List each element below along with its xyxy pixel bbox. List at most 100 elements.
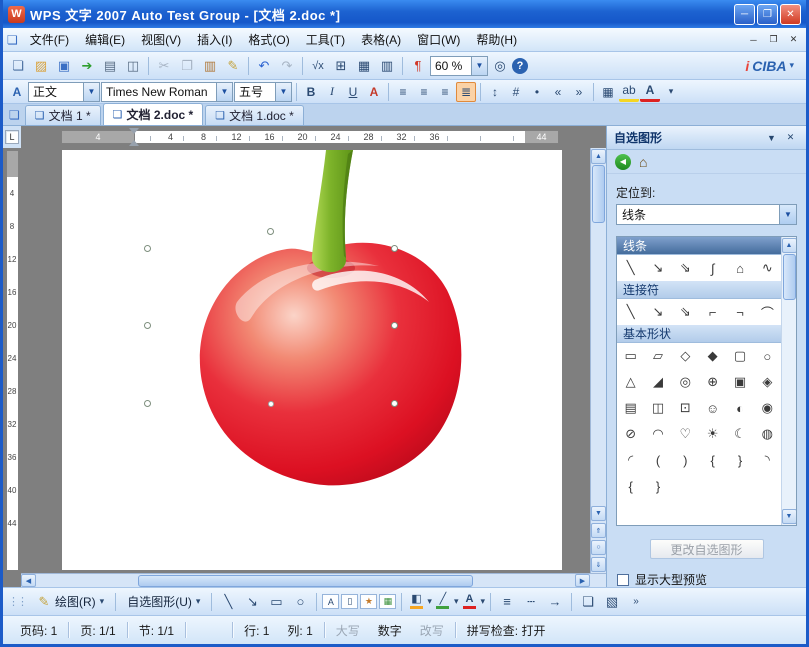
previous-page-icon[interactable]: ⇑ (591, 523, 606, 538)
line-shape-icon[interactable]: ∫ (699, 255, 726, 281)
selection-handle-top-right[interactable] (391, 245, 398, 252)
font-size-combo[interactable]: 五号 ▼ (234, 82, 292, 102)
italic-button[interactable]: I (322, 82, 342, 102)
columns-icon[interactable]: ▥ (376, 55, 398, 77)
basic-shape-icon[interactable]: ◜ (617, 447, 644, 473)
minimize-button[interactable]: ─ (734, 4, 755, 25)
font-color-icon[interactable]: A (460, 592, 478, 612)
basic-shape-icon[interactable]: ☺ (699, 395, 726, 421)
scroll-up-icon[interactable]: ▲ (782, 238, 797, 253)
basic-shape-icon[interactable]: ◍ (754, 421, 781, 447)
horizontal-scroll-thumb[interactable] (138, 575, 472, 587)
paste-icon[interactable]: ▥ (199, 55, 221, 77)
chevron-down-icon[interactable]: ▼ (779, 205, 796, 224)
cherry-drawing[interactable] (117, 150, 487, 495)
home-icon[interactable]: ⌂ (639, 154, 647, 170)
connector-shape-icon[interactable]: ⌐ (699, 299, 726, 325)
status-overtype-toggle[interactable]: 改写 (411, 622, 453, 639)
menu-item[interactable]: 文件(F) (22, 28, 77, 51)
section-basic-shapes[interactable]: 基本形状 (617, 325, 781, 343)
basic-shape-icon[interactable]: } (644, 473, 671, 499)
menu-item[interactable]: 视图(V) (133, 28, 189, 51)
basic-shape-icon[interactable]: ◢ (644, 369, 671, 395)
shapes-scrollbar[interactable]: ▲ ▼ (781, 237, 796, 525)
line-shape-icon[interactable]: ↘ (644, 255, 671, 281)
basic-shape-icon[interactable]: { (699, 447, 726, 473)
selection-handle-top-center[interactable] (267, 228, 274, 235)
formatting-marks-icon[interactable]: ¶ (407, 55, 429, 77)
style-combo[interactable]: 正文 ▼ (28, 82, 100, 102)
vertical-scrollbar[interactable]: ▲ ▼ ⇑ ○ ⇓ (590, 148, 606, 573)
bullets-button[interactable]: • (527, 82, 547, 102)
tab-document-1[interactable]: ❏ 文档 1 * (25, 105, 101, 125)
hanging-indent-marker[interactable] (129, 135, 139, 146)
selection-handle-bottom-right[interactable] (391, 400, 398, 407)
horizontal-scroll-track[interactable] (36, 575, 575, 587)
chevron-down-icon[interactable]: ▼ (763, 129, 780, 146)
maximize-button[interactable]: ❐ (757, 4, 778, 25)
help-icon[interactable]: ? (512, 58, 528, 74)
new-tab-icon[interactable]: ❏ (9, 108, 20, 122)
more-buttons-icon[interactable]: » (625, 591, 647, 613)
autoshapes-menu-button[interactable]: 自选图形(U) ▾ (121, 591, 206, 612)
basic-shape-icon[interactable]: ◐ (726, 395, 753, 421)
horizontal-scrollbar[interactable]: ◀ ▶ (21, 573, 590, 587)
connector-shape-icon[interactable]: ↘ (644, 299, 671, 325)
threed-style-icon[interactable]: ▧ (601, 591, 623, 613)
section-connectors[interactable]: 连接符 (617, 281, 781, 299)
mdi-restore-button[interactable]: ❐ (765, 32, 782, 47)
highlight-button[interactable]: ab (619, 82, 639, 102)
basic-shape-icon[interactable]: ◝ (754, 447, 781, 473)
basic-shape-icon[interactable]: ◈ (754, 369, 781, 395)
tab-document-1-doc[interactable]: ❏ 文档 1.doc * (205, 105, 304, 125)
basic-shape-icon[interactable]: ) (672, 447, 699, 473)
wordart-icon[interactable]: ★ (360, 594, 377, 609)
basic-shape-icon[interactable]: △ (617, 369, 644, 395)
menu-item[interactable]: 编辑(E) (77, 28, 133, 51)
change-autoshape-button[interactable]: 更改自选图形 (650, 539, 764, 559)
close-button[interactable]: ✕ (780, 4, 801, 25)
basic-shape-icon[interactable]: ◎ (672, 369, 699, 395)
menu-item[interactable]: 窗口(W) (409, 28, 468, 51)
checkbox-icon[interactable] (617, 574, 629, 586)
menu-item[interactable]: 帮助(H) (468, 28, 525, 51)
mdi-close-button[interactable]: ✕ (785, 32, 802, 47)
basic-shape-icon[interactable]: ◆ (699, 343, 726, 369)
font-combo[interactable]: Times New Roman ▼ (101, 82, 233, 102)
zoom-combo[interactable]: 60 % ▼ (430, 56, 488, 76)
arrow-tool-icon[interactable]: ↘ (241, 591, 263, 613)
basic-shape-icon[interactable]: ☀ (699, 421, 726, 447)
basic-shape-icon[interactable]: { (617, 473, 644, 499)
new-document-icon[interactable]: ❏ (7, 55, 29, 77)
insert-table-icon[interactable]: ⊞ (330, 55, 352, 77)
line-color-icon[interactable]: ╱ (434, 592, 452, 612)
browse-object-icon[interactable]: ○ (591, 540, 606, 555)
find-icon[interactable]: ◎ (489, 55, 511, 77)
menu-item[interactable]: 格式(O) (240, 28, 297, 51)
align-left-button[interactable]: ≡ (393, 82, 413, 102)
status-caps-toggle[interactable]: 大写 (327, 622, 369, 639)
line-shape-icon[interactable]: ∿ (754, 255, 781, 281)
shadow-style-icon[interactable]: ❏ (577, 591, 599, 613)
basic-shape-icon[interactable]: ⊕ (699, 369, 726, 395)
status-num-toggle[interactable]: 数字 (369, 622, 411, 639)
scroll-down-icon[interactable]: ▼ (782, 509, 797, 524)
insert-picture-icon[interactable]: ▦ (379, 594, 396, 609)
basic-shape-icon[interactable]: ▤ (617, 395, 644, 421)
basic-shape-icon[interactable]: ◠ (644, 421, 671, 447)
back-icon[interactable]: ◀ (615, 154, 631, 170)
basic-shape-icon[interactable]: ▣ (726, 369, 753, 395)
print-preview-icon[interactable]: ◫ (122, 55, 144, 77)
large-preview-option[interactable]: 显示大型预览 (617, 571, 796, 588)
rectangle-tool-icon[interactable]: ▭ (265, 591, 287, 613)
save-icon[interactable]: ▣ (53, 55, 75, 77)
borders-button[interactable]: ▦ (598, 82, 618, 102)
locate-combo[interactable]: 线条 ▼ (616, 204, 797, 225)
redo-icon[interactable]: ↷ (276, 55, 298, 77)
horizontal-ruler[interactable]: 4 4812162024283236 44 (61, 130, 559, 144)
arrow-style-icon[interactable]: → (544, 591, 566, 613)
selection-handle-middle-right[interactable] (391, 322, 398, 329)
increase-indent-button[interactable]: » (569, 82, 589, 102)
basic-shape-icon[interactable]: ◫ (644, 395, 671, 421)
text-box-icon[interactable]: A (322, 594, 339, 609)
